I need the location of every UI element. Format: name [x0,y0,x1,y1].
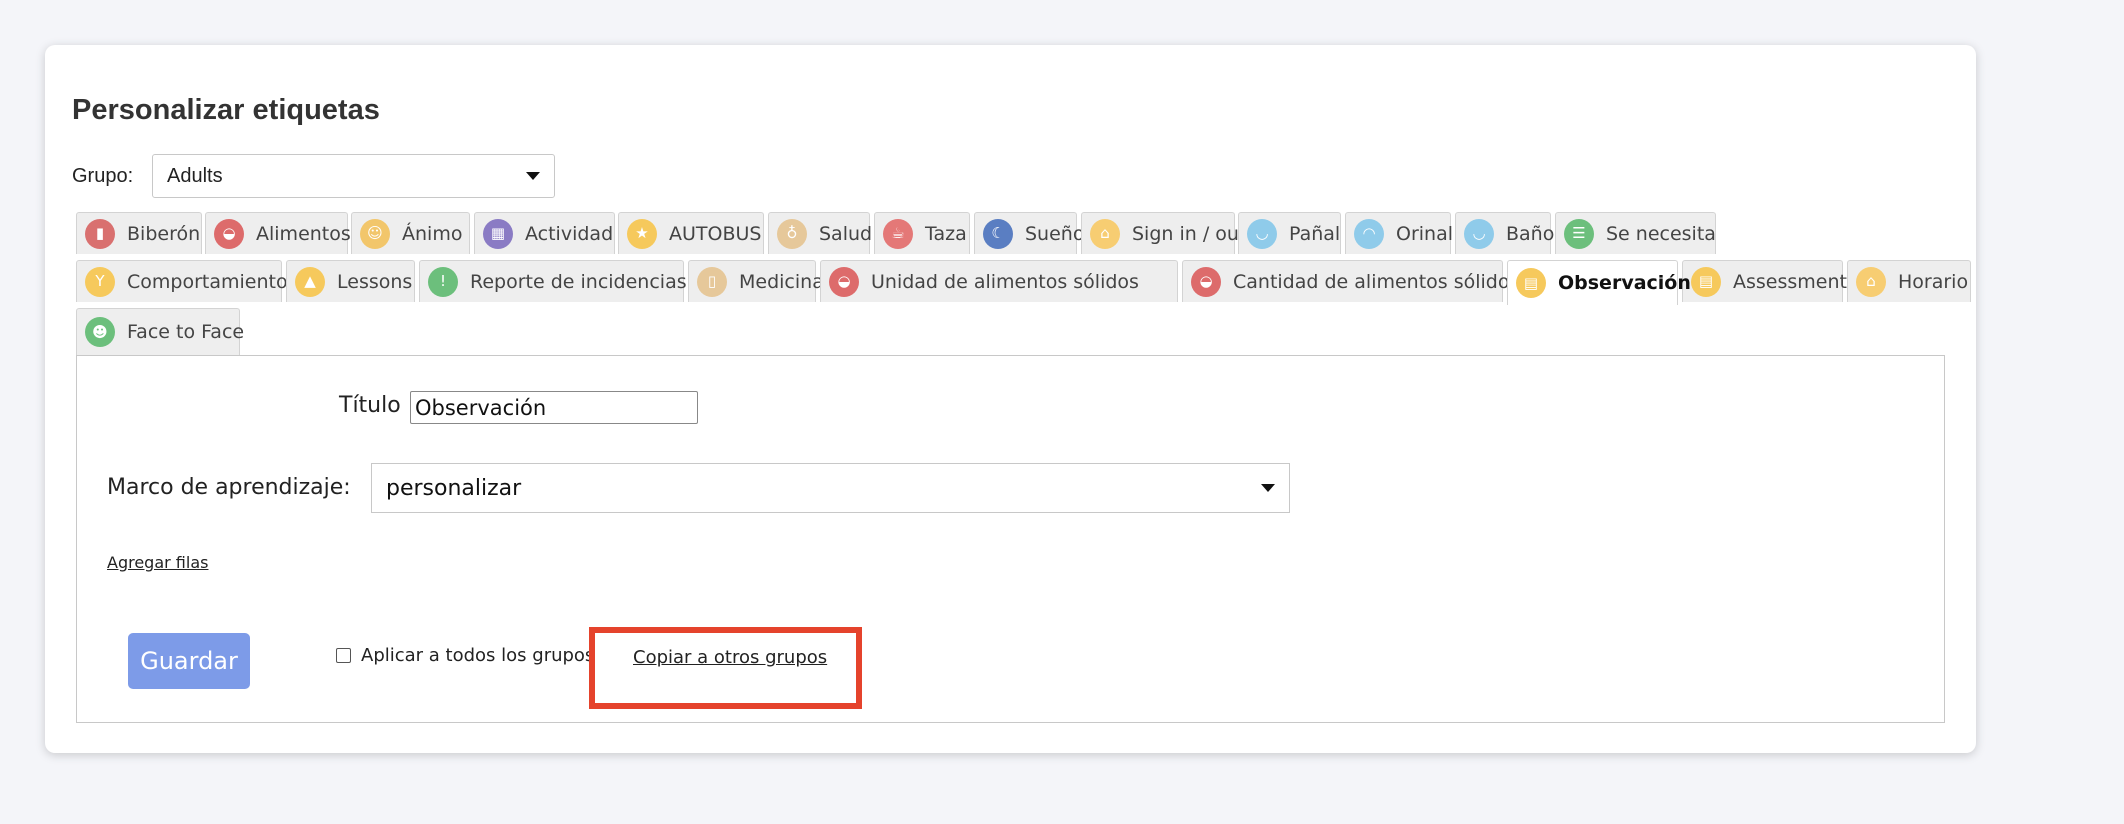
tab-lessons[interactable]: ▲ Lessons [286,260,415,302]
tab-label: Assessment [1733,270,1847,293]
tab-label: Observación [1558,272,1691,294]
tab-unidad-de-alimentos-solidos[interactable]: ◒ Unidad de alimentos sólidos [820,260,1178,302]
tab-reporte-de-incidencias[interactable]: ! Reporte de incidencias [419,260,687,302]
group-select[interactable]: Adults [152,154,555,198]
tab-label: Pañal [1289,222,1341,245]
tab-face-to-face[interactable]: ☻ Face to Face [76,308,244,355]
bath-icon: ◡ [1464,218,1494,249]
food-bowl-icon: ◒ [214,218,244,249]
chevron-down-icon [1261,484,1275,492]
tab-label: Reporte de incidencias [470,270,687,293]
tab-alimentos[interactable]: ◒ Alimentos [205,212,351,254]
tab-label: Se necesita [1606,222,1716,245]
tab-medicina[interactable]: ▯ Medicina [688,260,824,302]
bottle-icon: ▮ [85,218,115,249]
group-label: Grupo: [72,165,134,187]
activity-blocks-icon: ▦ [483,218,513,249]
diaper-icon: ◡ [1247,218,1277,249]
potty-icon: ◠ [1354,218,1384,249]
tab-label: Horario [1898,270,1969,293]
behavior-icon: Y [85,266,115,297]
food-bowl-icon: ◒ [1191,266,1221,297]
tab-sign-in-out[interactable]: ⌂ Sign in / out [1081,212,1246,254]
tab-se-necesita[interactable]: ☰ Se necesita [1555,212,1716,254]
tab-label: Ánimo [402,222,463,245]
tab-panal[interactable]: ◡ Pañal [1238,212,1341,254]
tab-label: Medicina [739,270,824,293]
tab-bano[interactable]: ◡ Baño [1455,212,1555,254]
title-input[interactable] [410,391,698,424]
face-to-face-icon: ☻ [85,317,115,347]
add-rows-link[interactable]: Agregar filas [107,553,208,572]
tab-label: Lessons [337,270,413,293]
tab-label: Face to Face [127,321,245,343]
tab-horario[interactable]: ⌂ Horario [1847,260,1971,302]
home-icon: ⌂ [1856,266,1886,297]
apply-all-label: Aplicar a todos los grupos [361,645,595,666]
tab-salud[interactable]: ♁ Salud [768,212,873,254]
tab-panel: Título Marco de aprendizaje: personaliza… [76,355,1945,723]
tab-orinal[interactable]: ◠ Orinal [1345,212,1454,254]
settings-card: Personalizar etiquetas Grupo: Adults ▮ Bi… [45,45,1976,753]
notepad-icon: ▤ [1516,268,1546,298]
food-bowl-icon: ◒ [829,266,859,297]
tab-label: Taza [925,222,967,245]
tab-assessment[interactable]: ▤ Assessment [1682,260,1847,302]
tab-label: Orinal [1396,222,1454,245]
warning-icon: ! [428,266,458,297]
tab-comportamiento[interactable]: Y Comportamiento [76,260,288,302]
stethoscope-icon: ♁ [777,218,807,249]
tab-actividad[interactable]: ▦ Actividad [474,212,615,254]
notepad-icon: ▤ [1691,266,1721,297]
home-icon: ⌂ [1090,218,1120,249]
tab-taza[interactable]: ☕ Taza [874,212,970,254]
star-icon: ★ [627,218,657,249]
tab-autobus[interactable]: ★ AUTOBUS [618,212,764,254]
graduation-cap-icon: ▲ [295,266,325,297]
tab-label: Salud [819,222,873,245]
tab-label: Unidad de alimentos sólidos [871,270,1139,293]
tab-label: Cantidad de alimentos sólidos [1233,270,1520,293]
checklist-icon: ☰ [1564,218,1594,249]
medicine-icon: ▯ [697,266,727,297]
framework-select[interactable]: personalizar [371,463,1290,513]
tab-observacion[interactable]: ▤ Observación [1507,260,1691,305]
tab-label: Actividad [525,222,614,245]
cup-icon: ☕ [883,218,913,249]
framework-select-value: personalizar [386,475,522,501]
tab-label: Comportamiento [127,270,288,293]
tab-label: Sign in / out [1132,222,1247,245]
apply-all-groups[interactable]: Aplicar a todos los grupos [336,645,594,666]
tab-label: AUTOBUS [669,222,762,245]
tab-label: Sueño [1025,222,1085,245]
chevron-down-icon [526,172,540,180]
page-title: Personalizar etiquetas [72,94,380,126]
tab-animo[interactable]: ☺ Ánimo [351,212,470,254]
title-label: Título [339,393,401,418]
tab-label: Alimentos [256,222,351,245]
tab-cantidad-de-alimentos-solidos[interactable]: ◒ Cantidad de alimentos sólidos [1182,260,1519,302]
highlight-box [589,627,862,709]
apply-all-checkbox[interactable] [336,648,351,663]
moon-icon: ☾ [983,218,1013,249]
copy-to-other-groups-link[interactable]: Copiar a otros grupos [633,647,827,668]
tab-label: Biberón [127,222,201,245]
framework-label: Marco de aprendizaje: [107,475,351,500]
tab-sueno[interactable]: ☾ Sueño [974,212,1084,254]
tab-label: Baño [1506,222,1555,245]
tab-biberon[interactable]: ▮ Biberón [76,212,202,254]
save-button[interactable]: Guardar [128,633,250,689]
group-select-value: Adults [167,164,223,187]
mood-icon: ☺ [360,218,390,249]
